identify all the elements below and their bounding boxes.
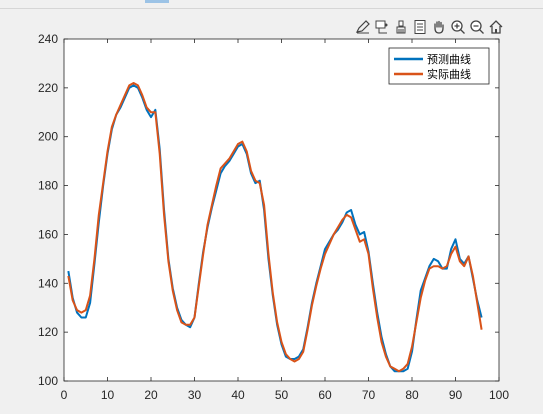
x-tick-label: 0 [61,388,68,402]
legend[interactable]: 预测曲线 实际曲线 [388,47,490,85]
legend-label-actual: 实际曲线 [427,67,471,81]
y-tick-label: 140 [38,276,58,290]
x-tick-label: 10 [101,388,115,402]
y-tick-label: 220 [38,81,58,95]
x-tick-label: 20 [144,388,158,402]
y-tick-label: 200 [38,130,58,144]
x-tick-label: 60 [318,388,332,402]
legend-label-predicted: 预测曲线 [427,52,471,66]
y-tick-label: 160 [38,227,58,241]
y-tick-label: 120 [38,325,58,339]
y-tick-label: 240 [38,32,58,46]
x-tick-label: 50 [275,388,289,402]
x-tick-label: 70 [362,388,376,402]
x-tick-label: 40 [231,388,245,402]
y-tick-label: 100 [38,374,58,388]
line-chart: 0 10 20 30 40 50 60 70 80 90 100 100 120 140 160 180 200… [38,32,509,402]
x-tick-label: 90 [449,388,463,402]
y-tick-label: 180 [38,179,58,193]
x-tick-label: 100 [489,388,509,402]
x-tick-label: 30 [188,388,202,402]
x-tick-label: 80 [405,388,419,402]
